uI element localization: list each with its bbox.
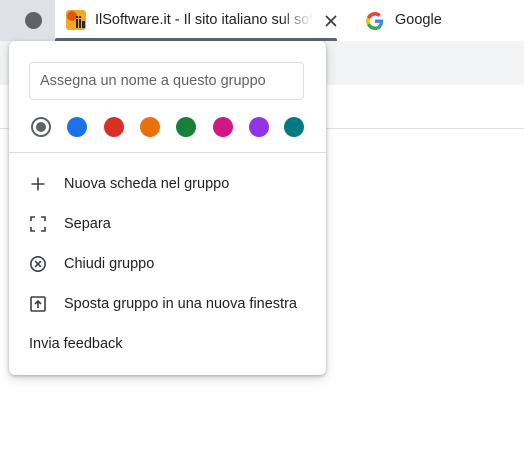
color-swatch-viola[interactable] xyxy=(249,117,269,137)
color-swatch-rosso[interactable] xyxy=(104,117,124,137)
plus-icon xyxy=(29,175,47,193)
menu-item-label: Invia feedback xyxy=(29,336,123,352)
close-circle-icon xyxy=(29,255,47,273)
tab-group-chip[interactable] xyxy=(25,12,42,29)
menu-item-send-feedback[interactable]: Invia feedback xyxy=(9,324,326,364)
menu-item-new-tab-in-group[interactable]: Nuova scheda nel gruppo xyxy=(9,164,326,204)
ungroup-icon xyxy=(29,215,47,233)
menu-item-close-group[interactable]: Chiudi gruppo xyxy=(9,244,326,284)
group-name-input[interactable] xyxy=(29,62,304,100)
color-swatch-rosa[interactable] xyxy=(213,117,233,137)
iis-favicon-icon xyxy=(66,10,86,30)
menu-item-ungroup[interactable]: Separa xyxy=(9,204,326,244)
menu-item-label: Separa xyxy=(64,216,111,232)
tab-close-icon[interactable] xyxy=(322,12,340,30)
tab-title: Google xyxy=(395,12,442,28)
tab-group-editor-popup: Nuova scheda nel gruppo Separa Chiudi gr… xyxy=(9,41,326,375)
color-swatch-blu[interactable] xyxy=(67,117,87,137)
color-swatch-ciano[interactable] xyxy=(284,117,304,137)
google-g-icon xyxy=(366,12,384,30)
color-swatch-giallo[interactable] xyxy=(140,117,160,137)
move-window-icon xyxy=(29,295,47,313)
menu-item-label: Nuova scheda nel gruppo xyxy=(64,176,230,192)
menu-item-label: Sposta gruppo in una nuova finestra xyxy=(64,296,297,312)
color-swatch-verde[interactable] xyxy=(176,117,196,137)
color-swatch-grigio[interactable] xyxy=(31,117,51,137)
menu-item-label: Chiudi gruppo xyxy=(64,256,155,272)
divider xyxy=(9,152,326,153)
menu-item-move-to-new-window[interactable]: Sposta gruppo in una nuova finestra xyxy=(9,284,326,324)
tab-title: IlSoftware.it - Il sito italiano sul sof… xyxy=(95,12,313,28)
